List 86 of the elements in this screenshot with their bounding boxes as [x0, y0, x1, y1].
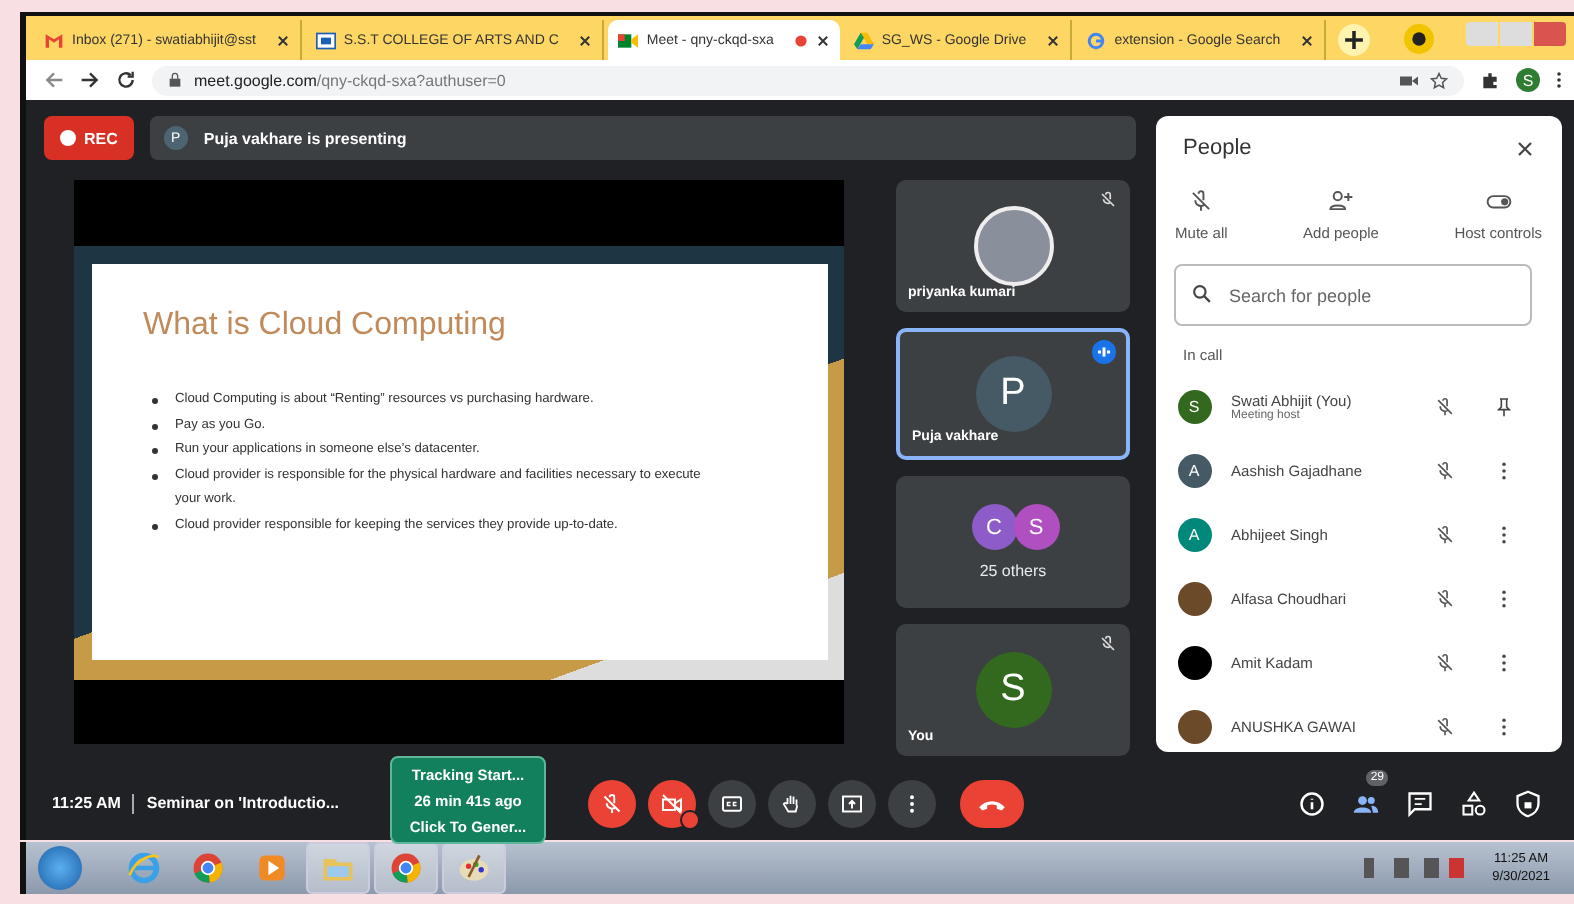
others-count: 25 others [979, 562, 1047, 580]
more-options-icon[interactable] [1496, 587, 1512, 609]
recording-badge: REC [44, 116, 134, 160]
window-controls[interactable] [1466, 22, 1566, 46]
close-icon[interactable] [275, 33, 290, 47]
meeting-tool-button[interactable] [1514, 789, 1542, 817]
present-screen-icon [840, 791, 865, 815]
more-options-icon[interactable] [1496, 523, 1512, 545]
call-control-button[interactable] [960, 779, 1025, 827]
chat-icon [1406, 789, 1434, 817]
system-tray-icons[interactable] [1364, 858, 1465, 878]
call-control-button[interactable] [588, 779, 637, 827]
search-field[interactable]: Search for people [1173, 264, 1532, 326]
call-control-button[interactable] [708, 779, 757, 827]
mic-off-icon[interactable] [1434, 395, 1456, 417]
mic-off-icon[interactable] [1434, 715, 1456, 737]
info-icon [1298, 789, 1326, 817]
mic-off-icon[interactable] [1434, 651, 1456, 673]
meeting-tool-button[interactable] [1406, 789, 1434, 817]
menu-icon[interactable] [1556, 70, 1562, 90]
participant-avatar: P [975, 356, 1051, 432]
meeting-title: Seminar on 'Introductio... [146, 794, 342, 812]
photo-placeholder [973, 206, 1053, 286]
panel-title: People [1183, 136, 1252, 160]
add-person-icon [1328, 188, 1354, 214]
forward-icon[interactable] [80, 70, 100, 90]
camera-icon[interactable] [1400, 71, 1418, 89]
captions-icon [720, 791, 745, 815]
start-button[interactable] [38, 846, 82, 890]
search-icon [1191, 284, 1212, 304]
new-tab-icon[interactable] [1338, 24, 1371, 56]
taskbar-app[interactable] [442, 842, 506, 894]
photo-placeholder [1177, 581, 1212, 615]
palette-icon [456, 850, 492, 886]
participant-avatar: C [971, 504, 1017, 550]
photo-placeholder [1177, 709, 1212, 743]
chrome-icon [388, 850, 424, 886]
pin-icon[interactable] [1496, 395, 1512, 417]
call-control-button[interactable] [648, 779, 697, 827]
reload-icon[interactable] [116, 70, 136, 90]
chrome-icon [190, 850, 226, 886]
more-options-icon[interactable] [1496, 459, 1512, 481]
speaking-icon [1092, 340, 1116, 364]
participant-avatar: S [975, 652, 1051, 728]
mail-icon [44, 31, 64, 49]
presenter-text: Puja vakhare is presenting [203, 129, 407, 147]
mic-off-icon[interactable] [1434, 523, 1456, 545]
camera-off-icon [660, 791, 685, 815]
meeting-time: 11:25 AM [52, 794, 121, 812]
shapes-icon [1460, 789, 1488, 817]
profile-avatar[interactable]: S [1516, 68, 1540, 92]
star-icon[interactable] [1430, 71, 1448, 89]
close-icon[interactable] [1516, 139, 1534, 157]
more-options-icon[interactable] [1496, 651, 1512, 673]
participant-avatar: A [1177, 453, 1212, 487]
shield-icon [1514, 789, 1542, 817]
lock-icon [168, 72, 182, 88]
address-bar[interactable]: meet.google.com/qny-ckqd-sxa?authuser=0 [152, 65, 1464, 95]
browser-e-icon [126, 850, 162, 886]
video-camera-icon [618, 31, 639, 49]
more-options-icon[interactable] [1496, 715, 1512, 737]
close-icon[interactable] [578, 33, 593, 47]
media-player-icon [254, 850, 290, 886]
taskbar-app[interactable] [374, 842, 438, 894]
call-control-button[interactable] [828, 779, 877, 827]
participant-avatar: S [1177, 389, 1212, 423]
close-icon[interactable] [1300, 33, 1315, 47]
mic-off-icon [1188, 188, 1215, 214]
puzzle-icon[interactable] [1480, 70, 1500, 90]
close-icon[interactable] [1046, 33, 1061, 47]
meeting-tool-button[interactable] [1298, 789, 1326, 817]
mic-off-icon[interactable] [1434, 587, 1456, 609]
close-icon[interactable] [815, 33, 830, 47]
meeting-tool-button[interactable] [1460, 789, 1488, 817]
slide-title: What is Cloud Computing [143, 308, 508, 344]
participant-avatar: S [1013, 504, 1059, 550]
mic-off-icon [600, 791, 625, 815]
mic-off-icon[interactable] [1434, 459, 1456, 481]
g-logo-icon [1086, 31, 1107, 49]
back-icon[interactable] [44, 70, 64, 90]
participant-avatar: A [1177, 517, 1212, 551]
hang-up-icon [976, 795, 1009, 811]
participant-tile[interactable]: C S 25 others [896, 476, 1130, 608]
circle-icon[interactable] [1404, 24, 1434, 54]
call-control-button[interactable] [768, 779, 817, 827]
triangle-logo-icon [853, 31, 874, 49]
